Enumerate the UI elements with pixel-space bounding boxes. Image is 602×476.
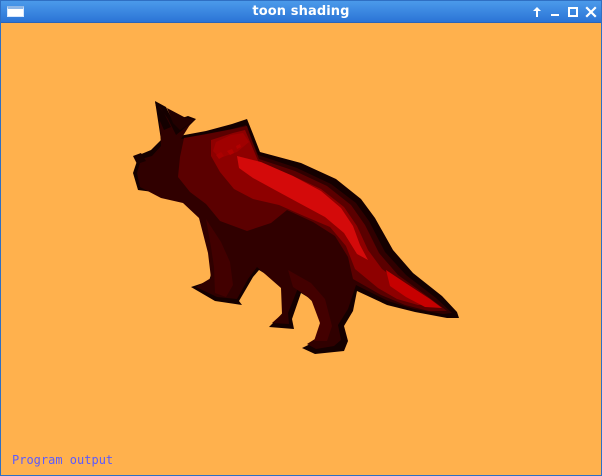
window-title: toon shading — [252, 4, 350, 19]
close-icon[interactable] — [583, 4, 599, 20]
title-bar[interactable]: toon shading — [1, 1, 601, 23]
app-window: toon shading Program output — [0, 0, 602, 476]
render-viewport[interactable]: Program output — [1, 23, 601, 475]
keep-above-icon[interactable] — [529, 4, 545, 20]
program-output-label: Program output — [12, 453, 114, 467]
toon-triceratops-model — [133, 101, 459, 354]
minimize-icon[interactable] — [547, 4, 563, 20]
maximize-icon[interactable] — [565, 4, 581, 20]
window-controls — [529, 2, 599, 22]
